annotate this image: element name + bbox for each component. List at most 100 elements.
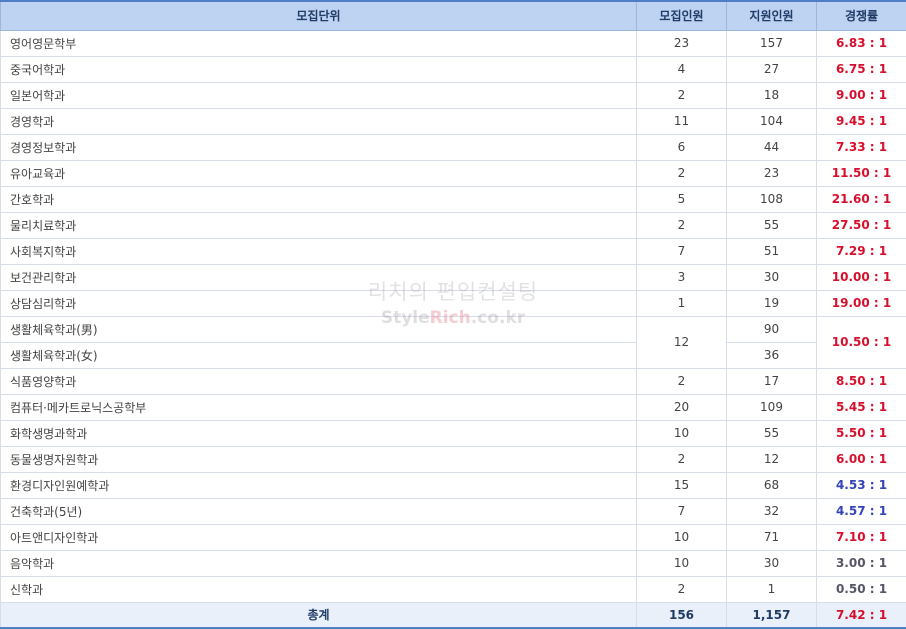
table-row: 환경디자인원예학과 15 68 4.53 : 1: [0, 471, 906, 499]
competition-ratio: 6.83 : 1: [816, 29, 906, 57]
recruit-count: 6: [636, 133, 727, 161]
header-recruit: 모집인원: [636, 0, 727, 31]
competition-ratio: 9.45 : 1: [816, 107, 906, 135]
table-body: 영어영문학부 23 157 6.83 : 1 중국어학과 4 27 6.75 : 1 일본어학과…: [0, 29, 906, 603]
recruit-count: 20: [636, 393, 727, 421]
applicant-count: 71: [726, 523, 817, 551]
recruit-count: 15: [636, 471, 727, 499]
table-footer: 총계 156 1,157 7.42 : 1: [0, 601, 906, 629]
header-row: 모집단위 모집인원 지원인원 경쟁률: [0, 0, 906, 31]
recruit-count: 2: [636, 367, 727, 395]
table-row: 중국어학과 4 27 6.75 : 1: [0, 55, 906, 83]
unit-name: 아트앤디자인학과: [0, 523, 637, 551]
table-row: 컴퓨터·메카트로닉스공학부 20 109 5.45 : 1: [0, 393, 906, 421]
competition-ratio: 10.50 : 1: [816, 315, 906, 369]
recruit-count: 10: [636, 419, 727, 447]
applicant-count: 157: [726, 29, 817, 57]
total-recruit: 156: [636, 601, 727, 629]
table-row: 생활체육학과(女) 36: [0, 341, 906, 369]
table-row: 생활체육학과(男) 12 90 10.50 : 1: [0, 315, 906, 369]
applicant-count: 108: [726, 185, 817, 213]
applicant-count: 12: [726, 445, 817, 473]
unit-name: 생활체육학과(女): [0, 341, 637, 369]
total-row: 총계 156 1,157 7.42 : 1: [0, 601, 906, 629]
competition-ratio: 19.00 : 1: [816, 289, 906, 317]
table-row: 아트앤디자인학과 10 71 7.10 : 1: [0, 523, 906, 551]
recruit-count: 1: [636, 289, 727, 317]
recruit-count: 2: [636, 445, 727, 473]
header-applicants: 지원인원: [726, 0, 817, 31]
applicant-count: 51: [726, 237, 817, 265]
competition-ratio: 7.10 : 1: [816, 523, 906, 551]
unit-name: 간호학과: [0, 185, 637, 213]
table-row: 신학과 2 1 0.50 : 1: [0, 575, 906, 603]
competition-ratio: 6.75 : 1: [816, 55, 906, 83]
unit-name: 영어영문학부: [0, 29, 637, 57]
applicant-count: 55: [726, 419, 817, 447]
applicant-count: 36: [726, 341, 817, 369]
unit-name: 신학과: [0, 575, 637, 603]
unit-name: 물리치료학과: [0, 211, 637, 239]
table-row: 동물생명자원학과 2 12 6.00 : 1: [0, 445, 906, 473]
competition-ratio: 7.29 : 1: [816, 237, 906, 265]
table-row: 영어영문학부 23 157 6.83 : 1: [0, 29, 906, 57]
unit-name: 상담심리학과: [0, 289, 637, 317]
table-row: 상담심리학과 1 19 19.00 : 1: [0, 289, 906, 317]
recruit-count: 2: [636, 159, 727, 187]
competition-ratio: 8.50 : 1: [816, 367, 906, 395]
total-ratio: 7.42 : 1: [816, 601, 906, 629]
recruit-count: 11: [636, 107, 727, 135]
table-row: 경영학과 11 104 9.45 : 1: [0, 107, 906, 135]
unit-name: 사회복지학과: [0, 237, 637, 265]
unit-name: 유아교육과: [0, 159, 637, 187]
recruit-count: 7: [636, 497, 727, 525]
recruit-count: 10: [636, 523, 727, 551]
recruit-count: 2: [636, 81, 727, 109]
competition-ratio: 0.50 : 1: [816, 575, 906, 603]
page: 모집단위 모집인원 지원인원 경쟁률 영어영문학부 23 157 6.83 : 1 중국…: [0, 0, 906, 629]
admission-ratio-table: 모집단위 모집인원 지원인원 경쟁률 영어영문학부 23 157 6.83 : 1 중국…: [0, 0, 906, 629]
unit-name: 환경디자인원예학과: [0, 471, 637, 499]
recruit-count: 2: [636, 211, 727, 239]
competition-ratio: 5.50 : 1: [816, 419, 906, 447]
table-row: 일본어학과 2 18 9.00 : 1: [0, 81, 906, 109]
competition-ratio: 7.33 : 1: [816, 133, 906, 161]
recruit-count: 5: [636, 185, 727, 213]
unit-name: 음악학과: [0, 549, 637, 577]
table-row: 물리치료학과 2 55 27.50 : 1: [0, 211, 906, 239]
header-ratio: 경쟁률: [816, 0, 906, 31]
competition-ratio: 10.00 : 1: [816, 263, 906, 291]
competition-ratio: 4.57 : 1: [816, 497, 906, 525]
unit-name: 건축학과(5년): [0, 497, 637, 525]
table-row: 음악학과 10 30 3.00 : 1: [0, 549, 906, 577]
applicant-count: 19: [726, 289, 817, 317]
recruit-count: 10: [636, 549, 727, 577]
applicant-count: 55: [726, 211, 817, 239]
applicant-count: 109: [726, 393, 817, 421]
table-row: 간호학과 5 108 21.60 : 1: [0, 185, 906, 213]
table-row: 보건관리학과 3 30 10.00 : 1: [0, 263, 906, 291]
recruit-count: 12: [636, 315, 727, 369]
table-row: 유아교육과 2 23 11.50 : 1: [0, 159, 906, 187]
applicant-count: 44: [726, 133, 817, 161]
unit-name: 컴퓨터·메카트로닉스공학부: [0, 393, 637, 421]
applicant-count: 27: [726, 55, 817, 83]
competition-ratio: 5.45 : 1: [816, 393, 906, 421]
applicant-count: 1: [726, 575, 817, 603]
applicant-count: 18: [726, 81, 817, 109]
table-header: 모집단위 모집인원 지원인원 경쟁률: [0, 0, 906, 31]
competition-ratio: 21.60 : 1: [816, 185, 906, 213]
competition-ratio: 3.00 : 1: [816, 549, 906, 577]
recruit-count: 23: [636, 29, 727, 57]
applicant-count: 23: [726, 159, 817, 187]
header-unit: 모집단위: [0, 0, 637, 31]
applicant-count: 68: [726, 471, 817, 499]
recruit-count: 4: [636, 55, 727, 83]
competition-ratio: 27.50 : 1: [816, 211, 906, 239]
applicant-count: 104: [726, 107, 817, 135]
unit-name: 일본어학과: [0, 81, 637, 109]
competition-ratio: 6.00 : 1: [816, 445, 906, 473]
unit-name: 경영학과: [0, 107, 637, 135]
competition-ratio: 9.00 : 1: [816, 81, 906, 109]
table-row: 경영정보학과 6 44 7.33 : 1: [0, 133, 906, 161]
